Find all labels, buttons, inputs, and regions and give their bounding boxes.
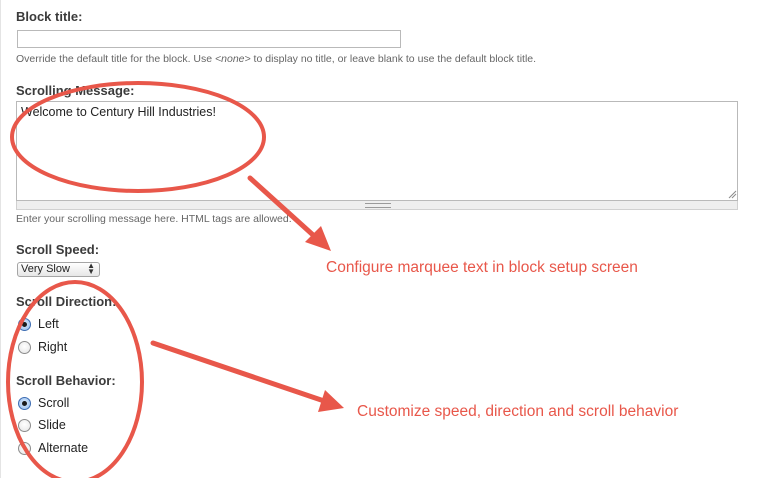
- scrolling-message-textarea[interactable]: Welcome to Century Hill Industries!: [16, 101, 738, 201]
- block-title-desc-after: to display no title, or leave blank to u…: [250, 53, 537, 65]
- radio-label-slide: Slide: [38, 418, 66, 432]
- annotation-arrowhead-2: [318, 390, 344, 412]
- annotation-speed-direction: Customize speed, direction and scroll be…: [357, 403, 679, 420]
- block-title-label: Block title:: [16, 9, 83, 24]
- page-left-border: [0, 0, 1, 478]
- scroll-speed-select[interactable]: Very Slow ▲ ▼: [17, 262, 100, 277]
- scrolling-message-description: Enter your scrolling message here. HTML …: [16, 213, 292, 225]
- block-title-desc-none: <none>: [215, 53, 251, 65]
- scroll-behavior-label: Scroll Behavior:: [16, 373, 116, 388]
- radio-button-scroll[interactable]: [18, 397, 31, 410]
- radio-label-alternate: Alternate: [38, 441, 89, 455]
- select-arrows-icon: ▲ ▼: [87, 261, 95, 276]
- scrolling-message-label: Scrolling Message:: [16, 83, 135, 98]
- radio-button-left[interactable]: [18, 318, 31, 331]
- radio-label-left: Left: [38, 317, 59, 331]
- block-title-description: Override the default title for the block…: [16, 53, 536, 65]
- block-title-desc-before: Override the default title for the block…: [16, 53, 216, 65]
- radio-button-alternate[interactable]: [18, 442, 31, 455]
- annotation-arrowhead-1: [305, 226, 331, 251]
- annotation-arrow-2: [150, 340, 333, 406]
- radio-button-right[interactable]: [18, 341, 31, 354]
- scroll-direction-label: Scroll Direction:: [16, 294, 117, 309]
- block-title-input[interactable]: [17, 30, 401, 48]
- radio-button-slide[interactable]: [18, 419, 31, 432]
- annotation-marquee-text: Configure marquee text in block setup sc…: [326, 259, 638, 276]
- textarea-grippie[interactable]: [16, 201, 738, 210]
- scroll-speed-selected: Very Slow: [21, 263, 70, 275]
- radio-label-scroll: Scroll: [38, 396, 70, 410]
- radio-label-right: Right: [38, 340, 68, 354]
- scroll-speed-label: Scroll Speed:: [16, 242, 100, 257]
- resize-grip-icon[interactable]: [728, 190, 737, 199]
